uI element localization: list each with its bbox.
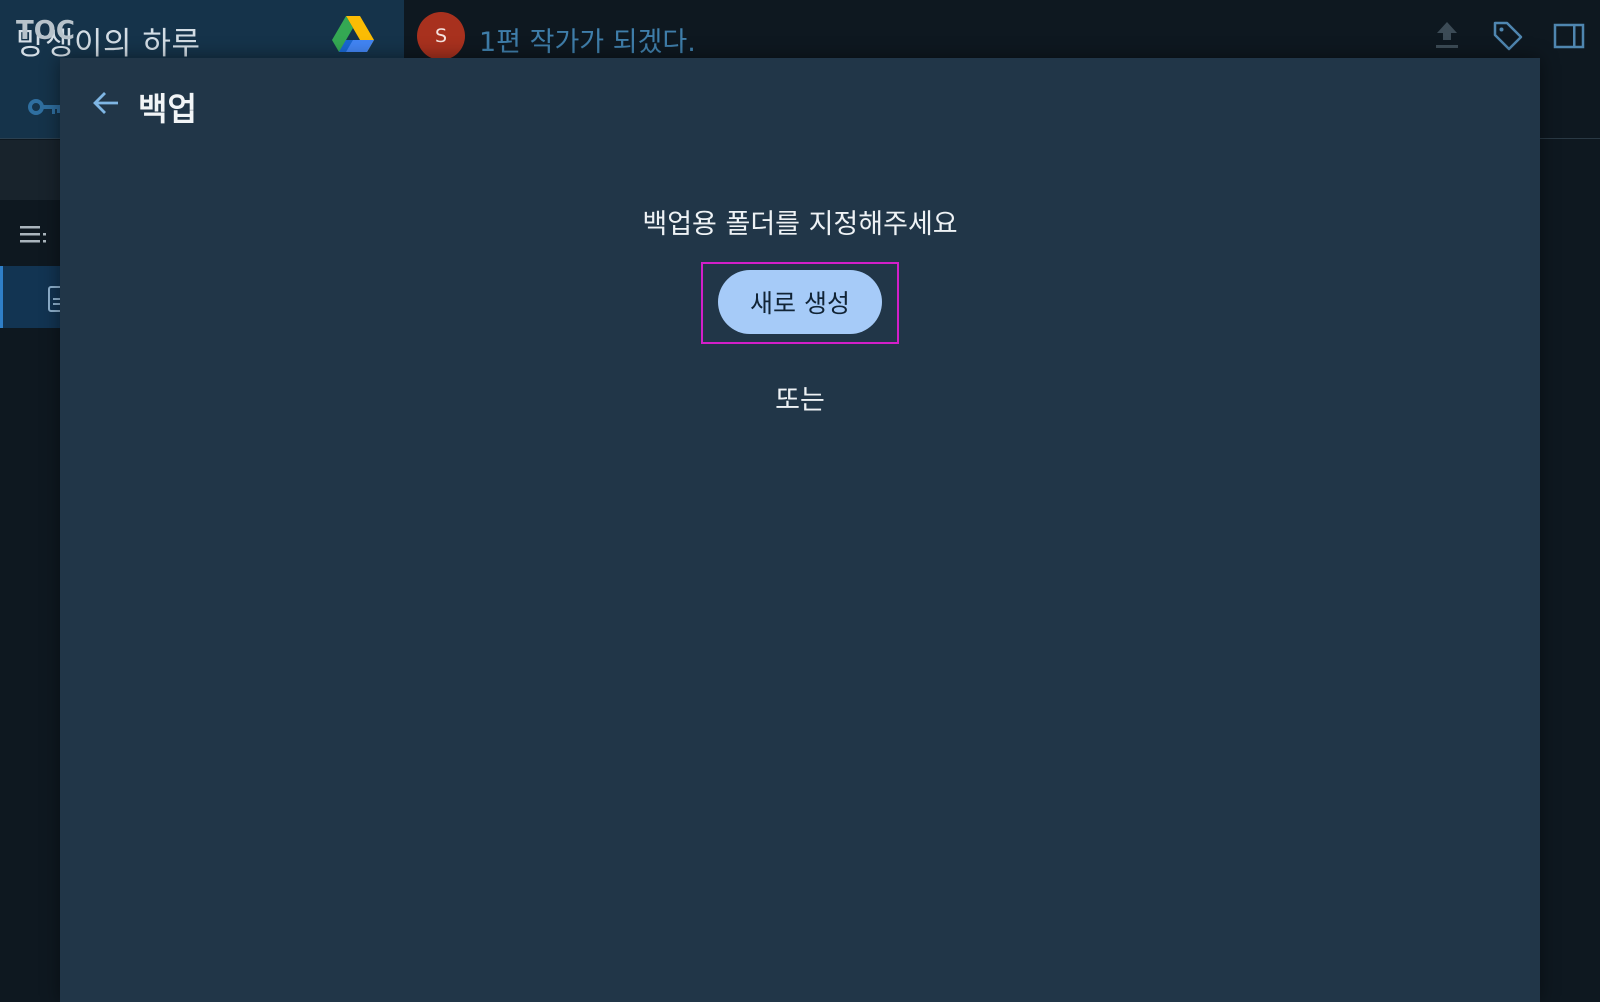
or-separator-text: 또는: [775, 385, 825, 416]
create-new-folder-button[interactable]: 새로 생성: [718, 270, 882, 334]
list-icon[interactable]: [20, 224, 48, 246]
backup-dialog: 백업 백업용 폴더를 지정해주세요 새로 생성 또는: [60, 58, 1540, 1002]
avatar[interactable]: S: [417, 12, 465, 60]
document-title[interactable]: 1편 작가가 되겠다.: [479, 20, 696, 59]
key-icon[interactable]: [28, 96, 62, 118]
back-arrow-icon[interactable]: [92, 90, 120, 116]
dialog-title: 백업: [138, 90, 197, 128]
toc-label: TOC: [16, 16, 75, 46]
side-panel-icon[interactable]: [1553, 22, 1585, 50]
tag-icon[interactable]: [1492, 20, 1524, 52]
google-drive-icon[interactable]: [332, 16, 374, 56]
folder-prompt-text: 백업용 폴더를 지정해주세요: [642, 209, 958, 240]
upload-icon[interactable]: [1434, 20, 1460, 50]
